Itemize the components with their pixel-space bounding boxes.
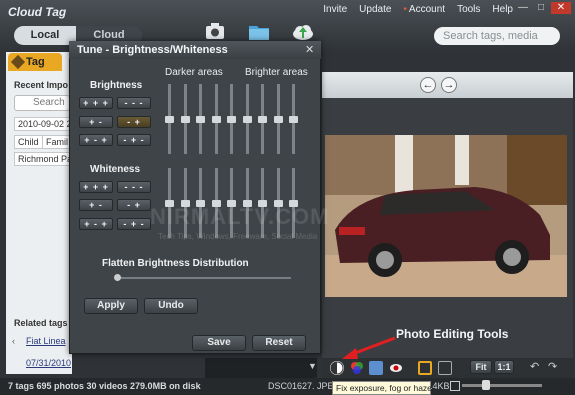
main-menu: Invite Update • Account Tools Help [323, 4, 513, 15]
brightness-slider-knob[interactable] [180, 116, 190, 123]
next-photo-button[interactable]: → [441, 77, 457, 93]
whiteness-button[interactable]: + + + [79, 181, 113, 193]
tag-search-input[interactable]: Search [14, 95, 70, 111]
brightness-slider-knob[interactable] [196, 116, 205, 123]
flatten-label: Flatten Brightness Distribution [102, 258, 249, 269]
whiteness-button[interactable]: - + - [117, 218, 151, 230]
watermark-text: NIRMALTV.COM [150, 204, 330, 229]
cloud-upload-icon[interactable] [291, 20, 315, 42]
close-window-button[interactable]: ✕ [551, 2, 571, 14]
zoom-icon[interactable] [450, 381, 460, 391]
crop-icon[interactable] [418, 361, 432, 375]
whiteness-button[interactable]: + - [79, 199, 113, 211]
whiteness-label: Whiteness [90, 164, 141, 175]
color-wheel-icon[interactable] [350, 361, 364, 375]
watermark-subtext: Tech Tips, Windows, Freeware, Social Med… [158, 232, 318, 241]
file-size: .4KB [430, 381, 450, 391]
related-tags-header: Related tags [14, 318, 68, 328]
folder-icon[interactable] [247, 20, 271, 42]
one-to-one-button[interactable]: 1:1 [494, 360, 514, 374]
apply-button[interactable]: Apply [84, 298, 138, 314]
tag-chip[interactable]: Famil [42, 135, 72, 149]
darker-areas-label: Darker areas [165, 67, 223, 78]
search-input[interactable]: Search tags, media [434, 27, 560, 45]
brightness-slider-knob[interactable] [165, 116, 174, 123]
rotate-icon[interactable] [438, 361, 452, 375]
save-button[interactable]: Save [192, 335, 246, 351]
prev-photo-button[interactable]: ← [420, 77, 436, 93]
window-controls: — □ ✕ [515, 2, 571, 14]
brighter-areas-label: Brighter areas [245, 67, 308, 78]
tooltip: Fix exposure, fog or haze [332, 381, 432, 395]
menu-account[interactable]: • Account [403, 4, 445, 15]
undo-button[interactable]: Undo [144, 298, 198, 314]
whiteness-button[interactable]: - + [117, 199, 151, 211]
menu-invite[interactable]: Invite [323, 4, 347, 15]
undo-arrow-icon[interactable]: ↶ [530, 360, 539, 373]
toolbar-icons [203, 20, 315, 42]
brightness-slider-knob[interactable] [273, 116, 283, 123]
related-tag-link[interactable]: Fiat Linea [26, 336, 66, 346]
whiteness-button[interactable]: - - - [117, 181, 151, 193]
brightness-button[interactable]: + - [79, 116, 113, 128]
menu-tools[interactable]: Tools [457, 4, 480, 15]
maximize-button[interactable]: □ [533, 2, 549, 14]
brightness-slider-knob[interactable] [211, 116, 221, 123]
annotation-label: Photo Editing Tools [396, 327, 509, 341]
brightness-button[interactable]: + + + [79, 97, 113, 109]
red-eye-icon[interactable] [389, 361, 403, 375]
related-tag-link[interactable]: 07/31/2010 [26, 358, 71, 368]
dialog-close-icon[interactable]: ✕ [305, 43, 314, 56]
fit-button[interactable]: Fit [470, 360, 492, 374]
account-dot-icon: • [403, 4, 407, 15]
menu-account-label: Account [408, 4, 446, 15]
brightness-label: Brightness [90, 80, 143, 91]
brightness-slider-knob[interactable] [242, 116, 252, 123]
flatten-slider-knob[interactable] [114, 274, 121, 281]
brightness-button[interactable]: - + [117, 116, 151, 128]
annotation-arrow-icon [342, 336, 396, 359]
menu-help[interactable]: Help [492, 4, 513, 15]
tag-chip[interactable]: Richmond Pa [14, 152, 77, 166]
camera-icon[interactable] [203, 20, 227, 42]
filmstrip[interactable] [205, 358, 317, 378]
tag-chip[interactable]: 2010-09-02 2 [14, 117, 76, 131]
tag-chip[interactable]: Child [14, 135, 43, 149]
menu-update[interactable]: Update [359, 4, 391, 15]
zoom-slider[interactable] [462, 384, 542, 387]
photo-image[interactable] [325, 135, 567, 297]
reset-button[interactable]: Reset [252, 335, 306, 351]
crop-frame-icon[interactable] [369, 361, 383, 375]
app-logo: Cloud Tag [8, 5, 67, 19]
minimize-button[interactable]: — [515, 2, 531, 14]
zoom-slider-knob[interactable] [482, 380, 490, 390]
exposure-fix-icon[interactable] [330, 361, 344, 375]
flatten-slider[interactable] [117, 277, 291, 279]
dialog-title: Tune - Brightness/Whiteness [69, 41, 321, 59]
whiteness-button[interactable]: + - + [79, 218, 113, 230]
filmstrip-toggle-icon[interactable]: ▼ [308, 361, 317, 371]
brightness-slider-knob[interactable] [289, 116, 298, 123]
brightness-slider-knob[interactable] [227, 116, 236, 123]
redo-arrow-icon[interactable]: ↷ [548, 360, 557, 373]
recent-imports-header: Recent Impo [14, 80, 69, 90]
brightness-button[interactable]: + - + [79, 134, 113, 146]
tab-local[interactable]: Local [14, 26, 76, 45]
brightness-slider-knob[interactable] [258, 116, 267, 123]
brightness-button[interactable]: - - - [117, 97, 151, 109]
back-chevron-icon[interactable]: ‹ [12, 336, 15, 346]
brightness-button[interactable]: - + - [117, 134, 151, 146]
current-filename: DSC01627. JPEG [268, 381, 341, 391]
